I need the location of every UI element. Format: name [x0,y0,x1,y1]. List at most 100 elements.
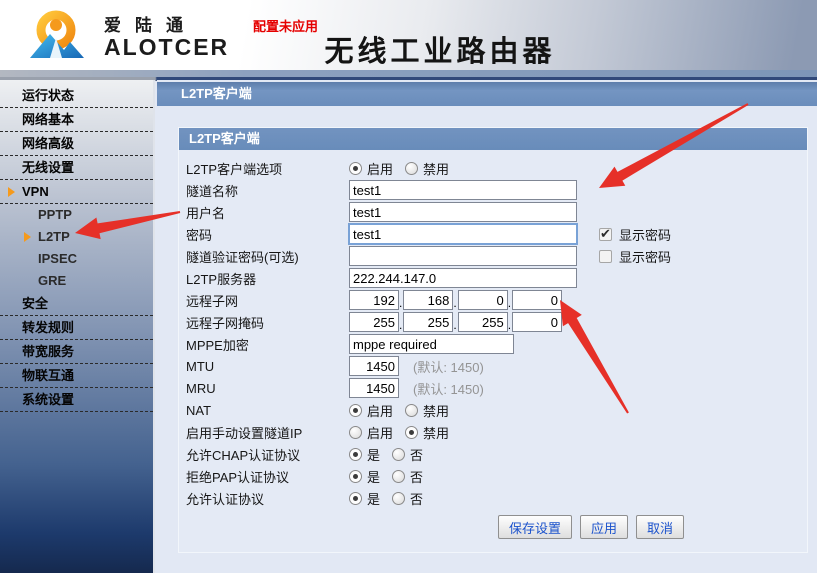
allow-auth-radio-1[interactable] [392,492,405,505]
sidebar-item-pptp[interactable]: PPTP [0,204,153,226]
sidebar-item-label: 带宽服务 [22,344,74,359]
sidebar-item-label: VPN [22,184,49,199]
manual-tunnel-ip-radio-1[interactable] [405,426,418,439]
sidebar-item-label: 安全 [22,296,48,311]
remote-subnet-mask-octet-2[interactable] [403,312,453,332]
remote-subnet-mask-octet-3[interactable] [458,312,508,332]
radio-option-label: 启用 [367,159,393,178]
sidebar-nav: 运行状态网络基本网络高级无线设置 VPN PPTP L2TP IPSEC GRE 安全转发规… [0,80,155,573]
radio-option-label: 禁用 [423,423,449,442]
field-label: 隧道名称 [179,181,349,200]
form-row-mru: MRU(默认: 1450) [179,377,807,399]
sidebar-item-forward-rules[interactable]: 转发规则 [0,316,153,340]
field-label: 拒绝PAP认证协议 [179,467,349,486]
l2tp-client-panel: L2TP客户端 L2TP客户端选项启用禁用隧道名称用户名密码显示密码隧道验证密码… [178,127,808,553]
form-row-remote-subnet-mask: 远程子网掩码... [179,311,807,333]
l2tp-option-radio-1[interactable] [405,162,418,175]
form-row-l2tp-option: L2TP客户端选项启用 禁用 [179,157,807,179]
remote-subnet-octet-4[interactable] [512,290,562,310]
mppe-input[interactable] [349,334,514,354]
password-input[interactable] [349,224,577,244]
refuse-pap-radio-1[interactable] [392,470,405,483]
radio-option-label: 禁用 [423,159,449,178]
sidebar-item-ipsec[interactable]: IPSEC [0,248,153,270]
field-label: 启用手动设置隧道IP [179,423,349,442]
page-header-bar: L2TP客户端 [157,82,817,106]
field-label: 允许CHAP认证协议 [179,445,349,464]
radio-option-label: 启用 [367,423,393,442]
form-row-refuse-pap: 拒绝PAP认证协议是否 [179,465,807,487]
sidebar-item-l2tp[interactable]: L2TP [0,226,153,248]
remote-subnet-octet-2[interactable] [403,290,453,310]
nat-radio-1[interactable] [405,404,418,417]
remote-subnet-mask-octet-4[interactable] [512,312,562,332]
form-row-mppe: MPPE加密 [179,333,807,355]
sidebar-item-label: L2TP [38,229,70,244]
mru-input[interactable] [349,378,399,398]
sidebar-item-run-status[interactable]: 运行状态 [0,84,153,108]
field-label: MTU [179,359,349,374]
sidebar-item-system[interactable]: 系统设置 [0,388,153,412]
allow-auth-radio-0[interactable] [349,492,362,505]
nat-radio-0[interactable] [349,404,362,417]
tunnel-name-input[interactable] [349,180,577,200]
sidebar-item-network-advanced[interactable]: 网络高级 [0,132,153,156]
sidebar-item-network-basic[interactable]: 网络基本 [0,108,153,132]
sidebar-item-label: 系统设置 [22,392,74,407]
show-password-checkbox[interactable] [599,228,612,241]
banner-divider-strip [0,70,817,77]
show-password-label: 显示密码 [619,225,671,244]
cancel-button[interactable]: 取消 [636,515,684,539]
form-buttons: 保存设置应用取消 [498,515,684,539]
allow-chap-radio-0[interactable] [349,448,362,461]
allow-chap-radio-1[interactable] [392,448,405,461]
logo: 爱陆通 ALOTCER [20,8,229,62]
show-password-option: 显示密码 [599,247,671,266]
sidebar-item-vpn[interactable]: VPN [0,180,153,204]
refuse-pap-radio-0[interactable] [349,470,362,483]
field-label: 远程子网 [179,291,349,310]
l2tp-server-input[interactable] [349,268,577,288]
sidebar-item-iot[interactable]: 物联互通 [0,364,153,388]
show-password-option: 显示密码 [599,225,671,244]
remote-subnet-octet-1[interactable] [349,290,399,310]
username-input[interactable] [349,202,577,222]
form-row-tunnel-auth-password: 隧道验证密码(可选) 显示密码 [179,245,807,267]
logo-chinese-name: 爱陆通 [104,11,229,36]
radio-option-label: 禁用 [423,401,449,420]
manual-tunnel-ip-radio-0[interactable] [349,426,362,439]
sidebar-item-label: 网络基本 [22,112,74,127]
sidebar-item-label: 网络高级 [22,136,74,151]
sidebar-item-label: 无线设置 [22,160,74,175]
sidebar-item-gre[interactable]: GRE [0,270,153,292]
remote-subnet-mask-octet-1[interactable] [349,312,399,332]
banner: 爱陆通 ALOTCER 配置未应用 无线工业路由器 [0,0,817,70]
remote-subnet-octet-3[interactable] [458,290,508,310]
octet-dot: . [453,296,456,310]
l2tp-option-radio-0[interactable] [349,162,362,175]
sidebar-item-wireless[interactable]: 无线设置 [0,156,153,180]
field-label: 允许认证协议 [179,489,349,508]
radio-option-label: 否 [410,445,423,464]
octet-dot: . [508,296,511,310]
form-row-remote-subnet: 远程子网... [179,289,807,311]
main-content: L2TP客户端 L2TP客户端 L2TP客户端选项启用禁用隧道名称用户名密码显示… [157,80,817,573]
field-label: 远程子网掩码 [179,313,349,332]
router-admin-page: 爱陆通 ALOTCER 配置未应用 无线工业路由器 运行状态网络基本网络高级无线… [0,0,817,573]
field-label: L2TP客户端选项 [179,159,349,178]
field-label: 隧道验证密码(可选) [179,247,349,266]
radio-option-label: 是 [367,467,380,486]
expand-triangle-icon [8,187,15,197]
logo-text: 爱陆通 ALOTCER [104,11,229,59]
sidebar-item-security[interactable]: 安全 [0,292,153,316]
sidebar-item-bandwidth[interactable]: 带宽服务 [0,340,153,364]
octet-dot: . [508,318,511,332]
mtu-input[interactable] [349,356,399,376]
show-password-checkbox[interactable] [599,250,612,263]
form-row-nat: NAT启用禁用 [179,399,807,421]
tunnel-auth-password-input[interactable] [349,246,577,266]
save-button[interactable]: 保存设置 [498,515,572,539]
form-row-tunnel-name: 隧道名称 [179,179,807,201]
apply-button[interactable]: 应用 [580,515,628,539]
sidebar-item-label: IPSEC [38,251,77,266]
